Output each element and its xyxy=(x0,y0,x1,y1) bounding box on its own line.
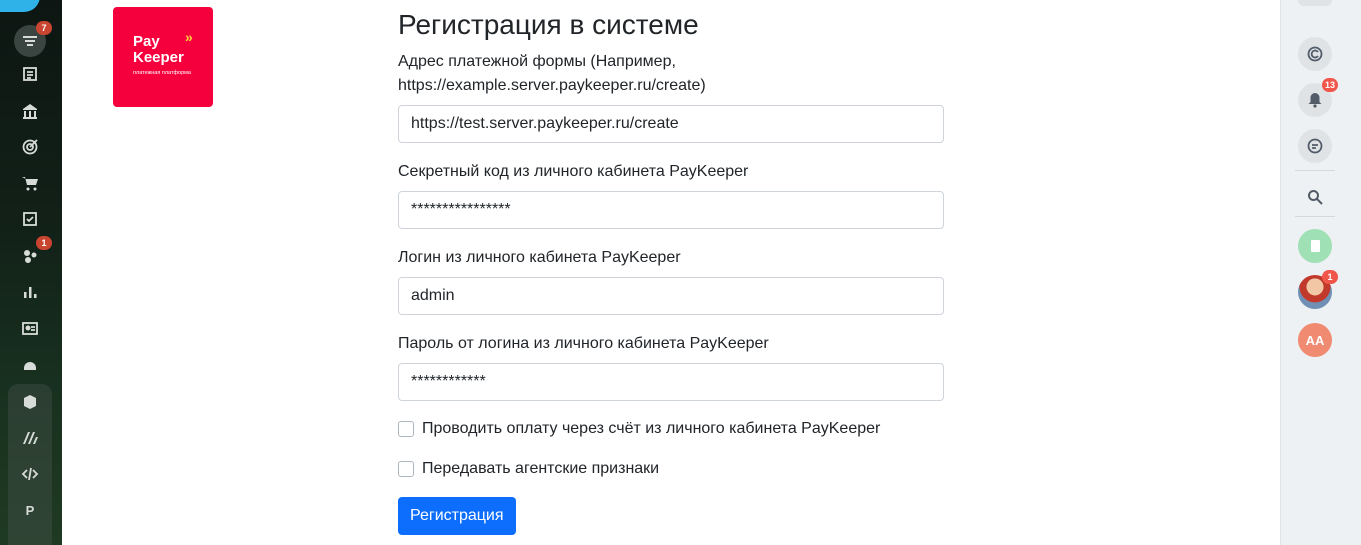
sidebar-top-button[interactable] xyxy=(0,0,40,12)
url-input[interactable]: https://test.server.paykeeper.ru/create xyxy=(398,105,944,143)
register-button[interactable]: Регистрация xyxy=(398,497,516,535)
cart-icon[interactable] xyxy=(14,167,46,199)
search-icon[interactable] xyxy=(1298,180,1332,214)
paykeeper-logo: Pay Keeper платежная платформа » xyxy=(113,7,213,107)
checklist-icon[interactable] xyxy=(14,203,46,235)
agent-checkbox-label: Передавать агентские признаки xyxy=(422,460,660,477)
android-icon[interactable] xyxy=(14,348,46,380)
right-panel-divider xyxy=(1295,170,1335,171)
user-photo-avatar[interactable]: 1 xyxy=(1298,270,1338,309)
password-input[interactable]: ************ xyxy=(398,363,944,401)
login-label: Логин из личного кабинета PayKeeper xyxy=(398,249,681,266)
filter-badge: 7 xyxy=(36,21,52,35)
building-icon[interactable] xyxy=(14,95,46,127)
agent-checkbox[interactable] xyxy=(398,461,414,477)
groups-icon[interactable]: 1 xyxy=(14,236,52,272)
copilot-icon[interactable] xyxy=(1298,37,1332,71)
url-label: Адрес платежной формы (Например, https:/… xyxy=(398,53,706,94)
tasks-icon[interactable] xyxy=(14,58,46,90)
groups-badge: 1 xyxy=(36,236,52,250)
secret-label: Секретный код из личного кабинета PayKee… xyxy=(398,163,749,180)
invoice-checkbox-row[interactable]: Проводить оплату через счёт из личного к… xyxy=(398,420,880,438)
filter-icon[interactable]: 7 xyxy=(14,21,52,57)
agent-checkbox-row[interactable]: Передавать агентские признаки xyxy=(398,460,659,478)
bell-icon[interactable]: 13 xyxy=(1298,78,1338,117)
sidebar-letter-item[interactable]: P xyxy=(14,494,46,526)
right-panel-top-button[interactable] xyxy=(1298,0,1332,6)
invoice-checkbox-label: Проводить оплату через счёт из личного к… xyxy=(422,420,881,437)
notifications-badge: 13 xyxy=(1321,78,1338,92)
page-title: Регистрация в системе xyxy=(398,9,699,40)
analytics-icon[interactable] xyxy=(14,276,46,308)
left-sidebar: 7 1 P xyxy=(0,0,62,545)
user-initials-avatar[interactable]: AA xyxy=(1298,323,1332,357)
invoice-checkbox[interactable] xyxy=(398,421,414,437)
contact-card-icon[interactable] xyxy=(14,312,46,344)
avatar-badge: 1 xyxy=(1322,270,1338,284)
right-panel-divider xyxy=(1295,216,1335,217)
code-icon[interactable] xyxy=(14,458,46,490)
notes-app-icon[interactable] xyxy=(1298,229,1332,263)
marketplace-icon[interactable] xyxy=(14,422,46,454)
secret-input[interactable]: **************** xyxy=(398,191,944,229)
login-input[interactable]: admin xyxy=(398,277,944,315)
right-panel: 13 1 AA xyxy=(1280,0,1361,545)
target-icon[interactable] xyxy=(14,131,46,163)
box-icon[interactable] xyxy=(14,386,46,418)
chat-icon[interactable] xyxy=(1298,129,1332,163)
password-label: Пароль от логина из личного кабинета Pay… xyxy=(398,335,769,352)
